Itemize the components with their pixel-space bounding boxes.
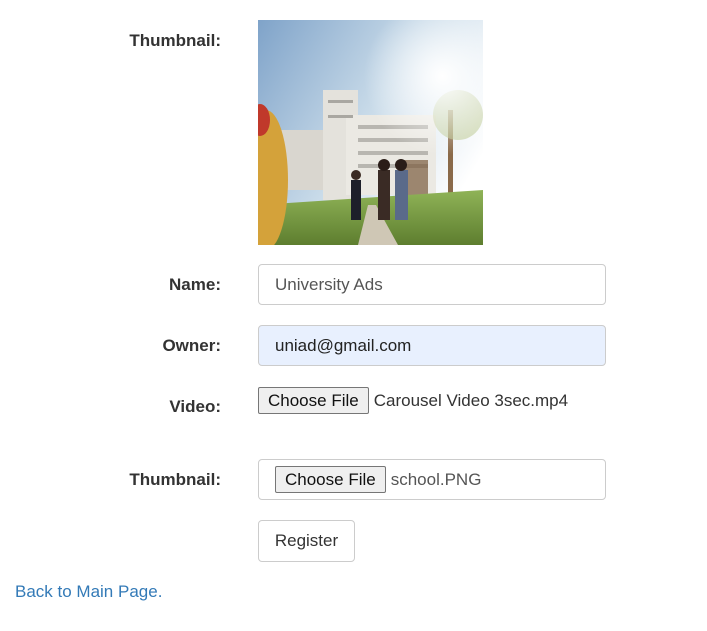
thumbnail-preview-label: Thumbnail:	[129, 31, 221, 50]
thumbnail-file-name: school.PNG	[390, 469, 482, 489]
owner-input[interactable]	[258, 325, 606, 366]
owner-label: Owner:	[162, 336, 221, 355]
name-label: Name:	[169, 275, 221, 294]
thumbnail-preview-image	[258, 20, 483, 245]
video-choose-file-button[interactable]: Choose File	[258, 387, 369, 414]
video-label: Video:	[169, 397, 221, 416]
thumbnail-upload-label: Thumbnail:	[129, 470, 221, 489]
name-input[interactable]	[258, 264, 606, 305]
register-button[interactable]: Register	[258, 520, 355, 562]
registration-page: Thumbnail: Name: University Ads Owner: u…	[0, 0, 707, 631]
video-file-name: Carousel Video 3sec.mp4	[373, 390, 569, 410]
back-to-main-link[interactable]: Back to Main Page.	[15, 582, 162, 602]
campus-photo-icon	[258, 20, 483, 245]
thumbnail-file-input: Choose File school.PNG	[258, 459, 606, 500]
thumbnail-choose-file-button[interactable]: Choose File	[275, 466, 386, 493]
video-file-input: Choose File Carousel Video 3sec.mp4	[258, 387, 568, 414]
